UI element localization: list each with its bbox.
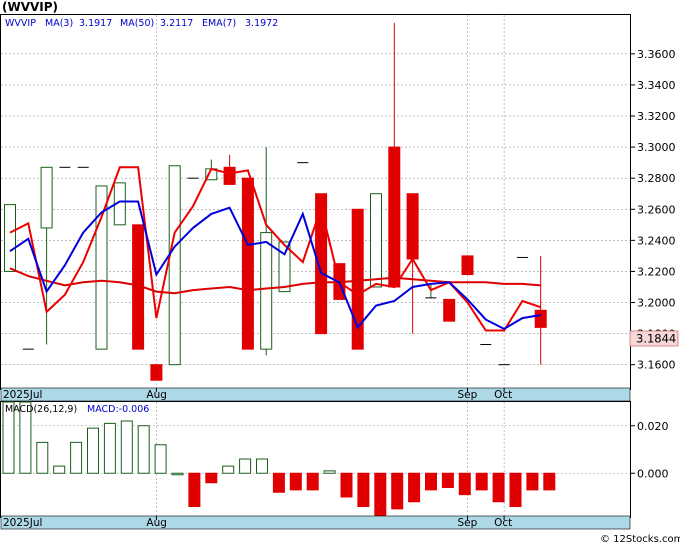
price-tick-label: 3.2200 bbox=[637, 265, 676, 278]
macd-tick-label: 0.000 bbox=[637, 467, 669, 480]
macd-bar-positive bbox=[171, 472, 184, 476]
price-tick-label: 3.3400 bbox=[637, 79, 676, 92]
macd-bar-negative bbox=[391, 472, 404, 510]
date-label: Oct bbox=[494, 389, 512, 401]
macd-axis: 0.000 0.020 bbox=[630, 420, 669, 480]
legend-ma3-value: 3.1917 bbox=[79, 18, 112, 29]
macd-bar-positive bbox=[137, 425, 150, 474]
footer-credit: © 12Stocks.com bbox=[600, 534, 680, 545]
candle-up bbox=[168, 165, 181, 366]
macd-bar-negative bbox=[492, 472, 505, 503]
date-label: Aug bbox=[146, 389, 167, 401]
candle-down bbox=[534, 309, 547, 328]
last-price-value: 3.1844 bbox=[636, 332, 676, 346]
legend-symbol: WVVIP bbox=[5, 18, 36, 29]
price-tick-label: 3.2400 bbox=[637, 234, 676, 247]
macd-title: MACD(26,12,9) bbox=[5, 404, 77, 415]
macd-bar-positive bbox=[256, 458, 268, 474]
macd-date-strip bbox=[0, 515, 631, 530]
date-label: Sep bbox=[458, 389, 478, 401]
page-title: (WVVIP) bbox=[2, 0, 58, 14]
legend-ema7-label: EMA(7) bbox=[202, 18, 236, 29]
macd-bar-negative bbox=[357, 472, 370, 507]
date-label: Oct bbox=[494, 517, 512, 529]
macd-bar-negative bbox=[509, 472, 522, 507]
price-tick-label: 3.2800 bbox=[637, 172, 676, 185]
candle-up bbox=[260, 232, 273, 350]
legend-ema7-value: 3.1972 bbox=[245, 18, 278, 29]
macd-bar-positive bbox=[120, 420, 133, 474]
candle-down bbox=[223, 166, 236, 185]
macd-bar-negative bbox=[543, 472, 556, 491]
date-label: Sep bbox=[458, 517, 478, 529]
price-axis: 3.16003.18003.20003.22003.24003.26003.28… bbox=[630, 48, 676, 372]
candle-down bbox=[150, 364, 163, 381]
macd-bar-positive bbox=[154, 444, 167, 474]
date-label: Aug bbox=[146, 517, 167, 529]
date-label: 2025Jul bbox=[3, 389, 42, 401]
candle-up bbox=[40, 166, 53, 229]
macd-bar-positive bbox=[222, 465, 235, 474]
candle-up bbox=[370, 193, 382, 288]
macd-bar-negative bbox=[425, 472, 437, 491]
macd-bar-positive bbox=[103, 422, 116, 474]
candle-down bbox=[443, 298, 456, 322]
macd-bar-negative bbox=[272, 472, 285, 493]
macd-bar-positive bbox=[36, 441, 49, 474]
macd-bar-negative bbox=[475, 472, 488, 491]
price-tick-label: 3.2600 bbox=[637, 203, 676, 216]
macd-bar-positive bbox=[239, 458, 252, 474]
macd-bar-negative bbox=[458, 472, 471, 496]
macd-bar-negative bbox=[374, 472, 387, 519]
candle-down bbox=[406, 193, 419, 260]
legend-ma50-label: MA(50) bbox=[120, 18, 154, 29]
macd-bar-positive bbox=[87, 427, 99, 474]
legend-ma3-label: MA(3) bbox=[45, 18, 73, 29]
price-tick-label: 3.3600 bbox=[637, 48, 676, 61]
legend-ma50-value: 3.2117 bbox=[160, 18, 193, 29]
macd-bar-negative bbox=[408, 472, 421, 503]
candle-up bbox=[4, 204, 16, 272]
date-label: 2025Jul bbox=[3, 517, 42, 529]
macd-subtitle: MACD:-0.006 bbox=[87, 404, 149, 415]
price-tick-label: 3.3200 bbox=[637, 110, 676, 123]
price-tick-label: 3.3000 bbox=[637, 141, 676, 154]
macd-bar-negative bbox=[205, 472, 218, 484]
candle-down bbox=[388, 146, 401, 288]
macd-tick-label: 0.020 bbox=[637, 420, 669, 433]
macd-bar-negative bbox=[188, 472, 201, 507]
macd-bar-negative bbox=[441, 472, 454, 488]
macd-bar-negative bbox=[306, 472, 319, 491]
price-tick-label: 3.1600 bbox=[637, 359, 676, 372]
candle-down bbox=[461, 255, 474, 276]
macd-bar-negative bbox=[340, 472, 353, 498]
price-date-strip bbox=[0, 387, 631, 402]
candle-down bbox=[241, 177, 254, 350]
stock-chart: 2025Jul 2025Jul Aug Aug Sep Sep Oct Oct 3.1600 3… bbox=[0, 0, 680, 545]
macd-bar-negative bbox=[526, 472, 539, 491]
price-tick-label: 3.2000 bbox=[637, 297, 676, 310]
macd-bar-negative bbox=[289, 472, 302, 491]
macd-bar-positive bbox=[53, 465, 66, 474]
macd-bar-positive bbox=[323, 470, 336, 474]
macd-bar-positive bbox=[70, 441, 83, 474]
